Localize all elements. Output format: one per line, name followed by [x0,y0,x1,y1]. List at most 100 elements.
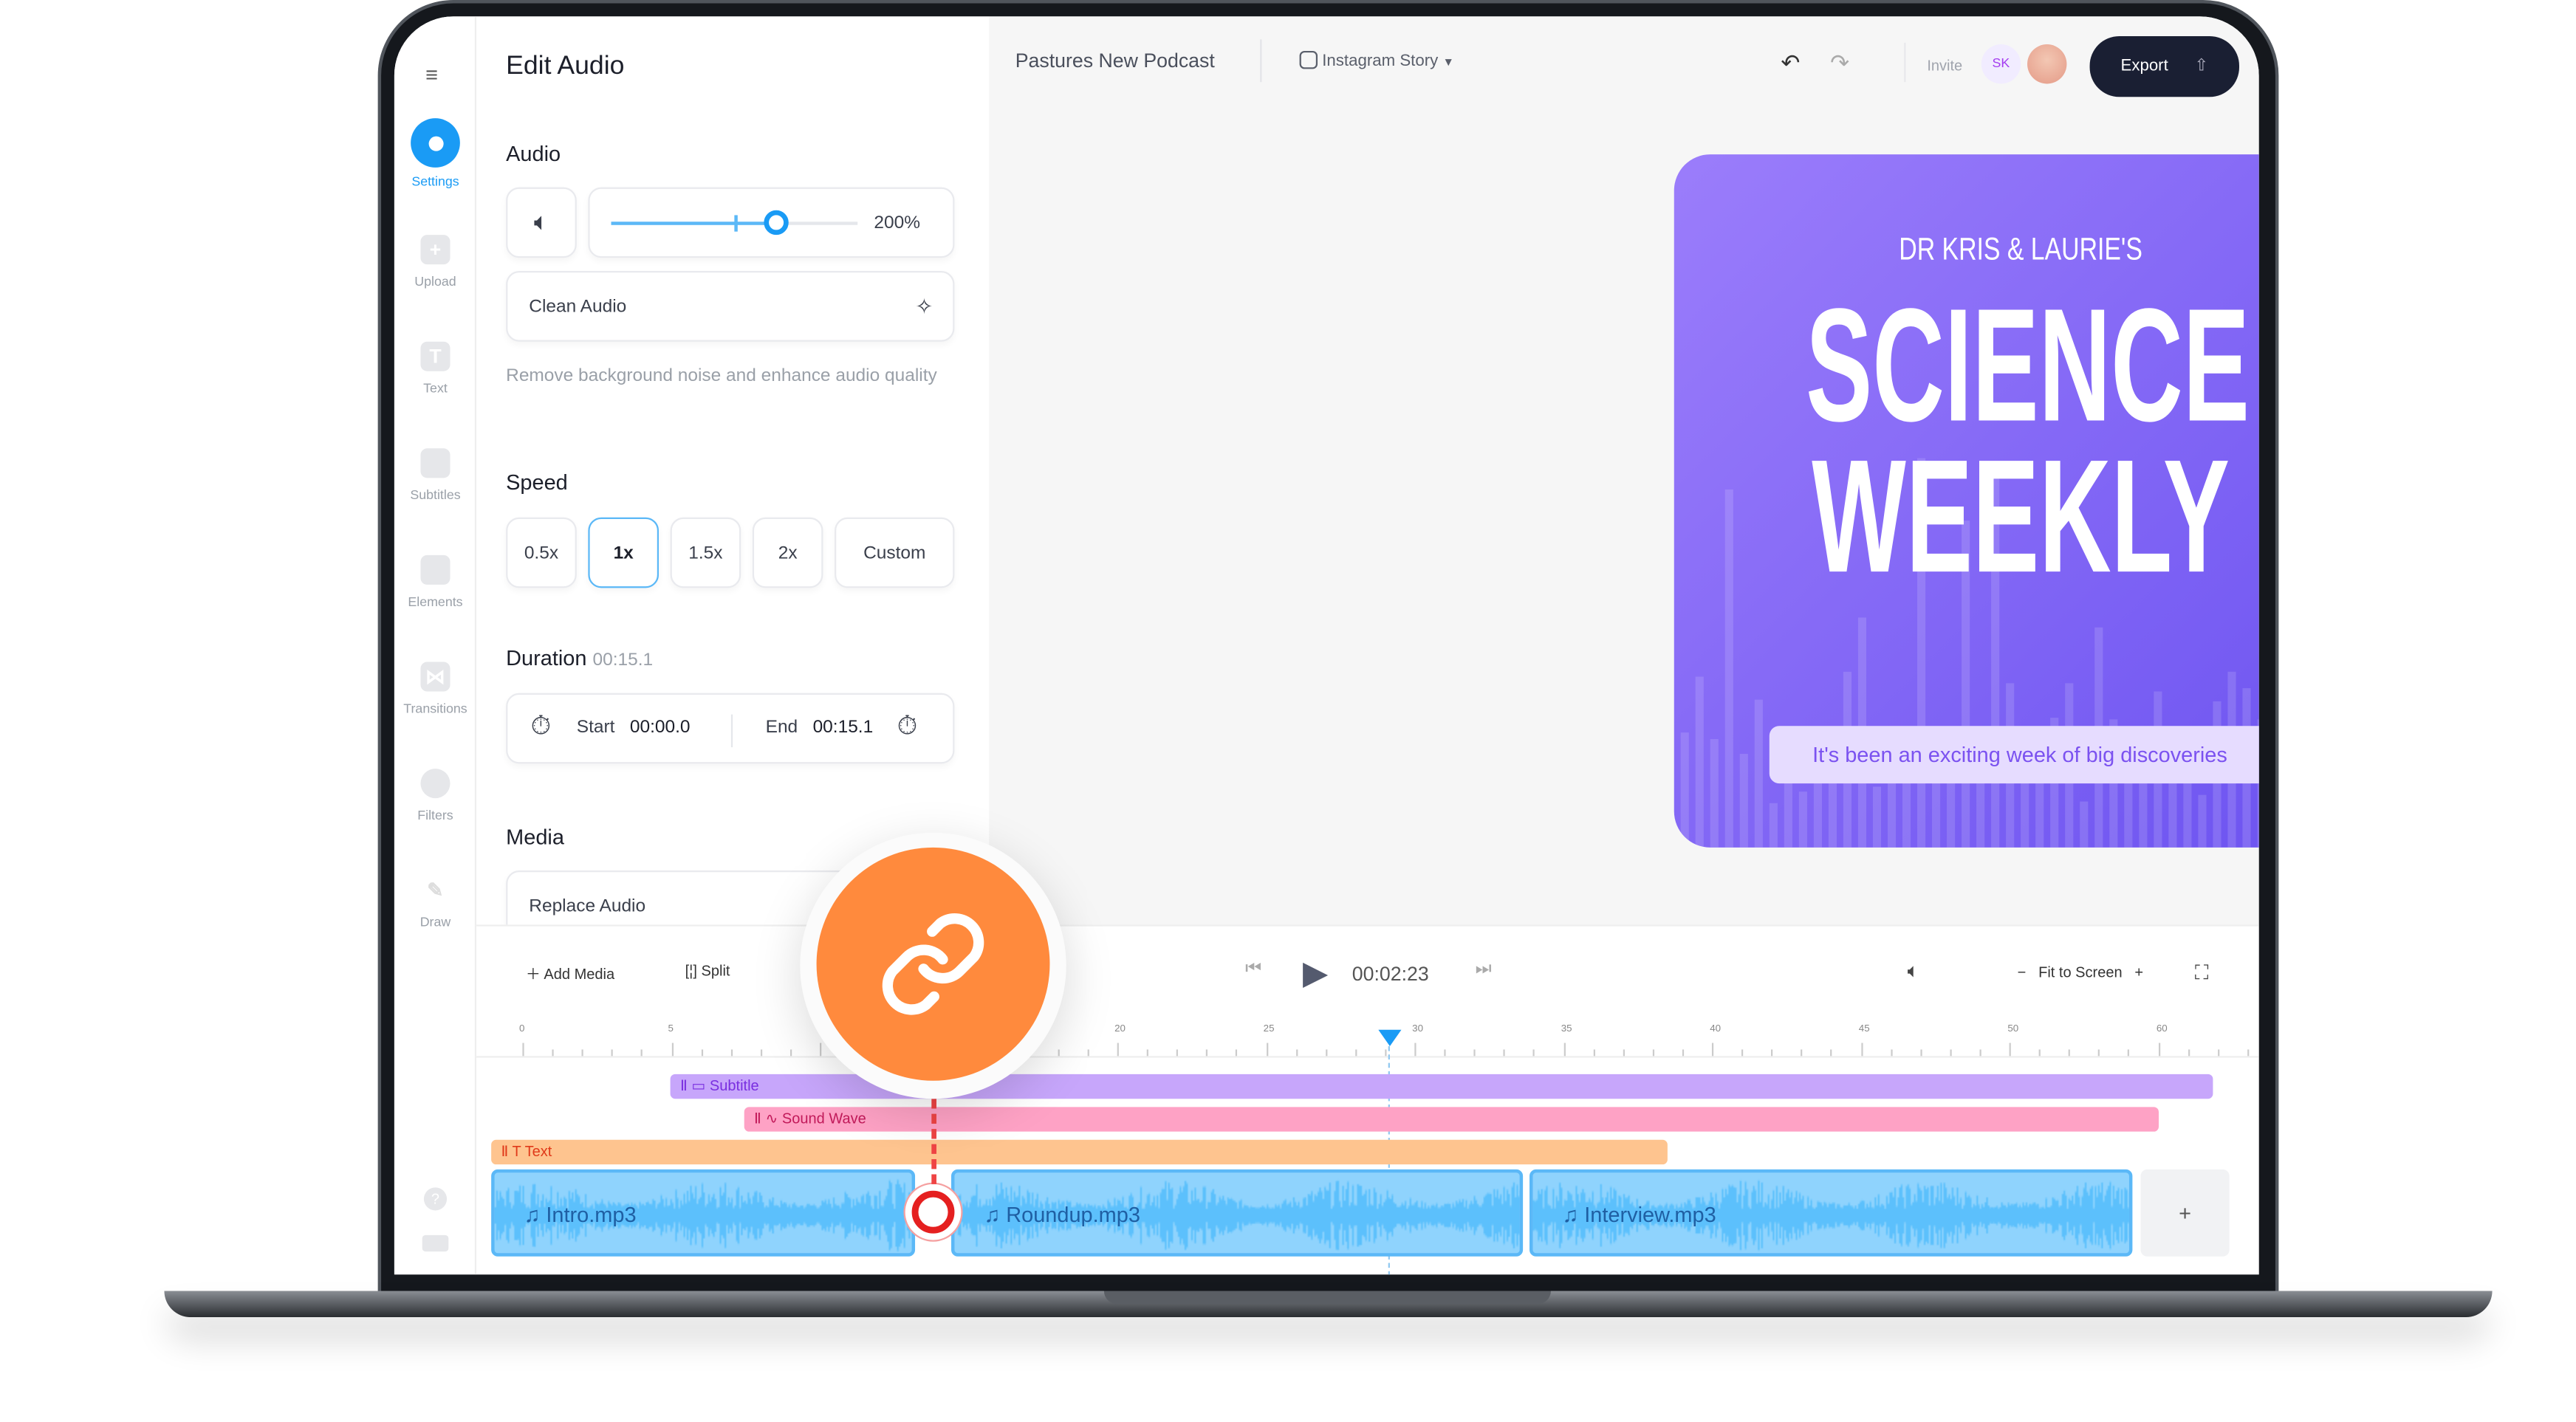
preview-title-line: SCIENCE [1806,274,2250,456]
chevron-down-icon: ▼ [1442,57,1454,69]
sidebar-item-elements[interactable]: Elements [394,554,476,609]
ruler-tick [1919,1049,1922,1057]
text-track[interactable]: Ⅱ T Text [491,1139,1668,1165]
export-button[interactable]: Export ⇧ [2089,35,2239,97]
settings-icon [411,118,460,168]
speed-option[interactable]: 0.5x [506,517,577,588]
audio-clip[interactable]: ♫ Interview.mp3 [1530,1169,2133,1257]
ruler-tick-label: 25 [1263,1025,1275,1035]
ruler-tick [1652,1049,1654,1057]
add-media-label: Add Media [544,966,615,983]
clean-audio-description: Remove background noise and enhance audi… [506,366,937,386]
project-name[interactable]: Pastures New Podcast [1015,49,1215,72]
sound-wave-track[interactable]: Ⅱ ∿ Sound Wave [744,1107,2159,1132]
ruler-tick [1176,1049,1179,1057]
ruler-tick [1950,1049,1952,1057]
ruler-tick-label: 30 [1412,1025,1424,1035]
ruler-tick [1979,1049,1981,1057]
speed-option[interactable]: Custom [835,517,955,588]
audio-bar [1932,780,1941,848]
avatar-sk[interactable]: SK [1981,44,2021,84]
sidebar-item-transitions[interactable]: ⋈ Transitions [394,662,476,716]
clean-audio-button[interactable]: Clean Audio ✧ [506,271,955,342]
help-icon[interactable]: ? [423,1187,448,1211]
split-button[interactable]: [¦] Split [685,963,730,979]
add-clip-button[interactable]: + [2140,1169,2230,1257]
sidebar-item-subtitles[interactable]: Subtitles [394,448,476,503]
play-icon[interactable]: ▶︎ [1303,952,1328,994]
divider [1260,39,1262,83]
zoom-in-button[interactable]: + [2134,964,2143,980]
ruler-tick [552,1049,554,1057]
skip-forward-icon[interactable]: ⏭︎ [1476,959,1492,980]
clip-name: Roundup.mp3 [1006,1202,1140,1227]
plus-icon: ＋ [525,966,541,983]
preview-caption: It's been an exciting week of big discov… [1769,726,2259,784]
avatar-user[interactable] [2027,44,2067,84]
cut-marker-icon[interactable] [911,1190,955,1234]
add-media-button[interactable]: ＋ Add Media [526,963,614,984]
volume-slider-handle[interactable] [764,210,789,236]
preview-title: SCIENCE WEEKLY [1806,274,2250,597]
start-value: 00:00.0 [629,718,691,738]
ruler-tick [671,1043,673,1057]
audio-clip[interactable]: ♫ Roundup.mp3 [950,1169,1524,1257]
ruler-tick [1741,1049,1744,1057]
start-field[interactable]: Start 00:00.0 [577,718,691,738]
undo-icon[interactable]: ↶ [1781,49,1800,78]
sidebar-item-draw[interactable]: ✎ Draw [394,876,476,930]
ruler-tick [1801,1049,1803,1057]
sidebar-item-settings[interactable]: Settings [394,118,476,189]
speed-option[interactable]: 1x [588,517,660,588]
invite-button[interactable]: Invite [1927,58,1962,74]
audio-bar [2183,779,2192,848]
ruler-tick [641,1049,643,1057]
volume-icon[interactable]: 🔈︎ [1908,959,1919,983]
clip-label: ♫ Intro.mp3 [524,1202,637,1227]
end-field[interactable]: End 00:15.1 [766,718,874,738]
keyboard-icon[interactable] [422,1234,449,1252]
clean-audio-label: Clean Audio [529,296,627,317]
ruler-tick [1058,1049,1060,1057]
filters-icon [420,769,451,799]
redo-icon[interactable]: ↷ [1830,49,1849,78]
ruler-tick [1414,1043,1417,1057]
mute-button[interactable]: 🔈︎ [506,187,577,258]
fit-to-screen-button[interactable]: Fit to Screen [2038,964,2123,980]
ruler-tick [789,1049,792,1057]
skip-back-icon[interactable]: ⏮︎ [1245,959,1261,980]
sidebar-item-filters[interactable]: Filters [394,769,476,822]
track-label: Subtitle [709,1077,759,1094]
format-dropdown[interactable]: Instagram Story ▼ [1299,50,1454,71]
edit-audio-panel: Edit Audio Audio 🔈︎ 200% Clean Audio ✧ Re… [476,16,990,941]
sidebar-label: Settings [411,174,459,189]
audio-clip[interactable]: ♫ Intro.mp3 [491,1169,916,1257]
fullscreen-icon[interactable]: ⛶ [2195,961,2209,985]
playhead[interactable] [1378,1029,1402,1047]
sidebar-item-upload[interactable]: + Upload [394,235,476,289]
menu-icon[interactable]: ≡ [425,63,438,87]
ruler-tick [2157,1043,2160,1057]
speed-option[interactable]: 1.5x [670,517,741,588]
playback-time: 00:02:23 [1352,962,1429,986]
divider [1904,42,1906,83]
audio-bar [1872,786,1882,848]
split-label: Split [701,962,730,979]
ruler-tick-label: 35 [1561,1025,1572,1035]
ruler-tick [581,1049,584,1057]
zoom-out-button[interactable]: − [2018,964,2027,980]
audio-bar [2021,780,2029,848]
sidebar-label: Filters [417,808,453,823]
ruler-tick [1563,1043,1565,1057]
speed-option[interactable]: 2x [752,517,823,588]
ruler-tick [522,1043,524,1057]
ruler-tick-label: 60 [2156,1025,2168,1035]
export-label: Export [2120,57,2168,76]
duration-range: ⏱︎ Start 00:00.0 End 00:15.1 ⏱︎ [506,693,955,764]
ruler-tick [612,1049,614,1057]
subtitles-icon [420,448,451,478]
ruler-tick [1444,1049,1446,1057]
sidebar-item-text[interactable]: T Text [394,341,476,396]
plus-icon: + [420,235,451,265]
track-label: Text [524,1143,552,1160]
